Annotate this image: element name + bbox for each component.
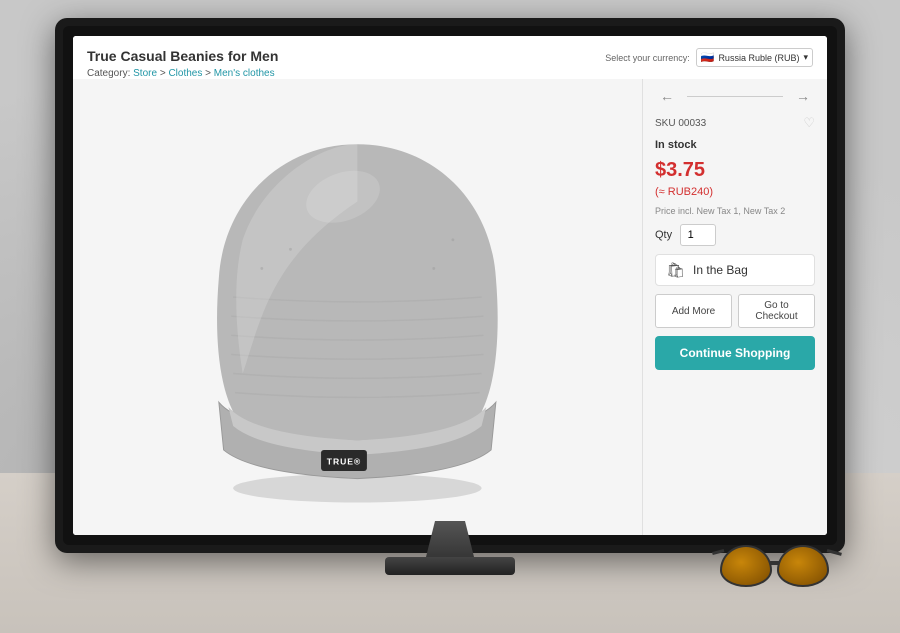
top-bar: True Casual Beanies for Men Category: St…	[73, 36, 827, 79]
breadcrumb-clothes[interactable]: Clothes	[168, 68, 202, 79]
breadcrumb-store[interactable]: Store	[133, 68, 157, 79]
tax-info: Price incl. New Tax 1, New Tax 2	[655, 206, 815, 216]
sunglasses-frame	[712, 535, 842, 605]
in-bag-text: In the Bag	[693, 263, 748, 277]
lens-left	[720, 545, 772, 587]
currency-value: Russia Ruble (RUB)	[718, 53, 799, 63]
screen-content: True Casual Beanies for Men Category: St…	[73, 36, 827, 535]
prev-arrow[interactable]: ←	[655, 89, 679, 103]
lens-right	[777, 545, 829, 587]
product-right-panel: ← → SKU 00033 ♡ In stock $3.75	[642, 79, 827, 535]
qty-input[interactable]	[680, 224, 716, 246]
continue-shopping-button[interactable]: Continue Shopping	[655, 336, 815, 370]
price-usd: $3.75	[655, 159, 815, 182]
bag-icon: 🛍	[666, 261, 685, 279]
monitor-outer: True Casual Beanies for Men Category: St…	[55, 18, 845, 553]
monitor-screen: True Casual Beanies for Men Category: St…	[73, 36, 827, 535]
header-left: True Casual Beanies for Men Category: St…	[87, 48, 605, 79]
add-more-button[interactable]: Add More	[655, 294, 732, 328]
sku-row: SKU 00033 ♡	[655, 115, 815, 131]
chevron-down-icon: ▾	[803, 52, 808, 63]
currency-label: Select your currency:	[605, 53, 690, 63]
in-stock-badge: In stock	[655, 139, 815, 151]
monitor-stand-base	[385, 557, 515, 575]
nav-arrows: ← →	[655, 89, 815, 103]
product-title: True Casual Beanies for Men	[87, 48, 605, 64]
monitor-bezel: True Casual Beanies for Men Category: St…	[63, 26, 837, 545]
currency-select[interactable]: 🇷🇺 Russia Ruble (RUB) ▾	[696, 48, 813, 67]
price-rub: (≈ RUB240)	[655, 186, 815, 198]
product-page: TRUE®	[73, 79, 827, 535]
breadcrumb: Category: Store > Clothes > Men's clothe…	[87, 68, 605, 79]
product-image-placeholder: TRUE®	[73, 79, 642, 535]
in-bag-row: 🛍 In the Bag	[655, 254, 815, 286]
breadcrumb-mens-clothes[interactable]: Men's clothes	[214, 68, 275, 79]
action-buttons-row: Add More Go to Checkout	[655, 294, 815, 328]
temple-right	[827, 549, 842, 556]
svg-text:TRUE®: TRUE®	[327, 457, 361, 467]
temple-left	[712, 549, 724, 555]
product-image-area: TRUE®	[73, 79, 642, 535]
wishlist-icon[interactable]: ♡	[803, 115, 815, 131]
beanie-svg: TRUE®	[107, 106, 608, 507]
flag-icon: 🇷🇺	[701, 51, 715, 64]
breadcrumb-prefix: Category:	[87, 68, 130, 79]
qty-label: Qty	[655, 229, 672, 241]
go-to-checkout-button[interactable]: Go to Checkout	[738, 294, 815, 328]
qty-row: Qty	[655, 224, 815, 246]
next-arrow[interactable]: →	[791, 89, 815, 103]
currency-area: Select your currency: 🇷🇺 Russia Ruble (R…	[605, 48, 813, 67]
sunglasses	[712, 535, 842, 605]
nav-line	[687, 96, 783, 97]
sku-text: SKU 00033	[655, 118, 706, 129]
